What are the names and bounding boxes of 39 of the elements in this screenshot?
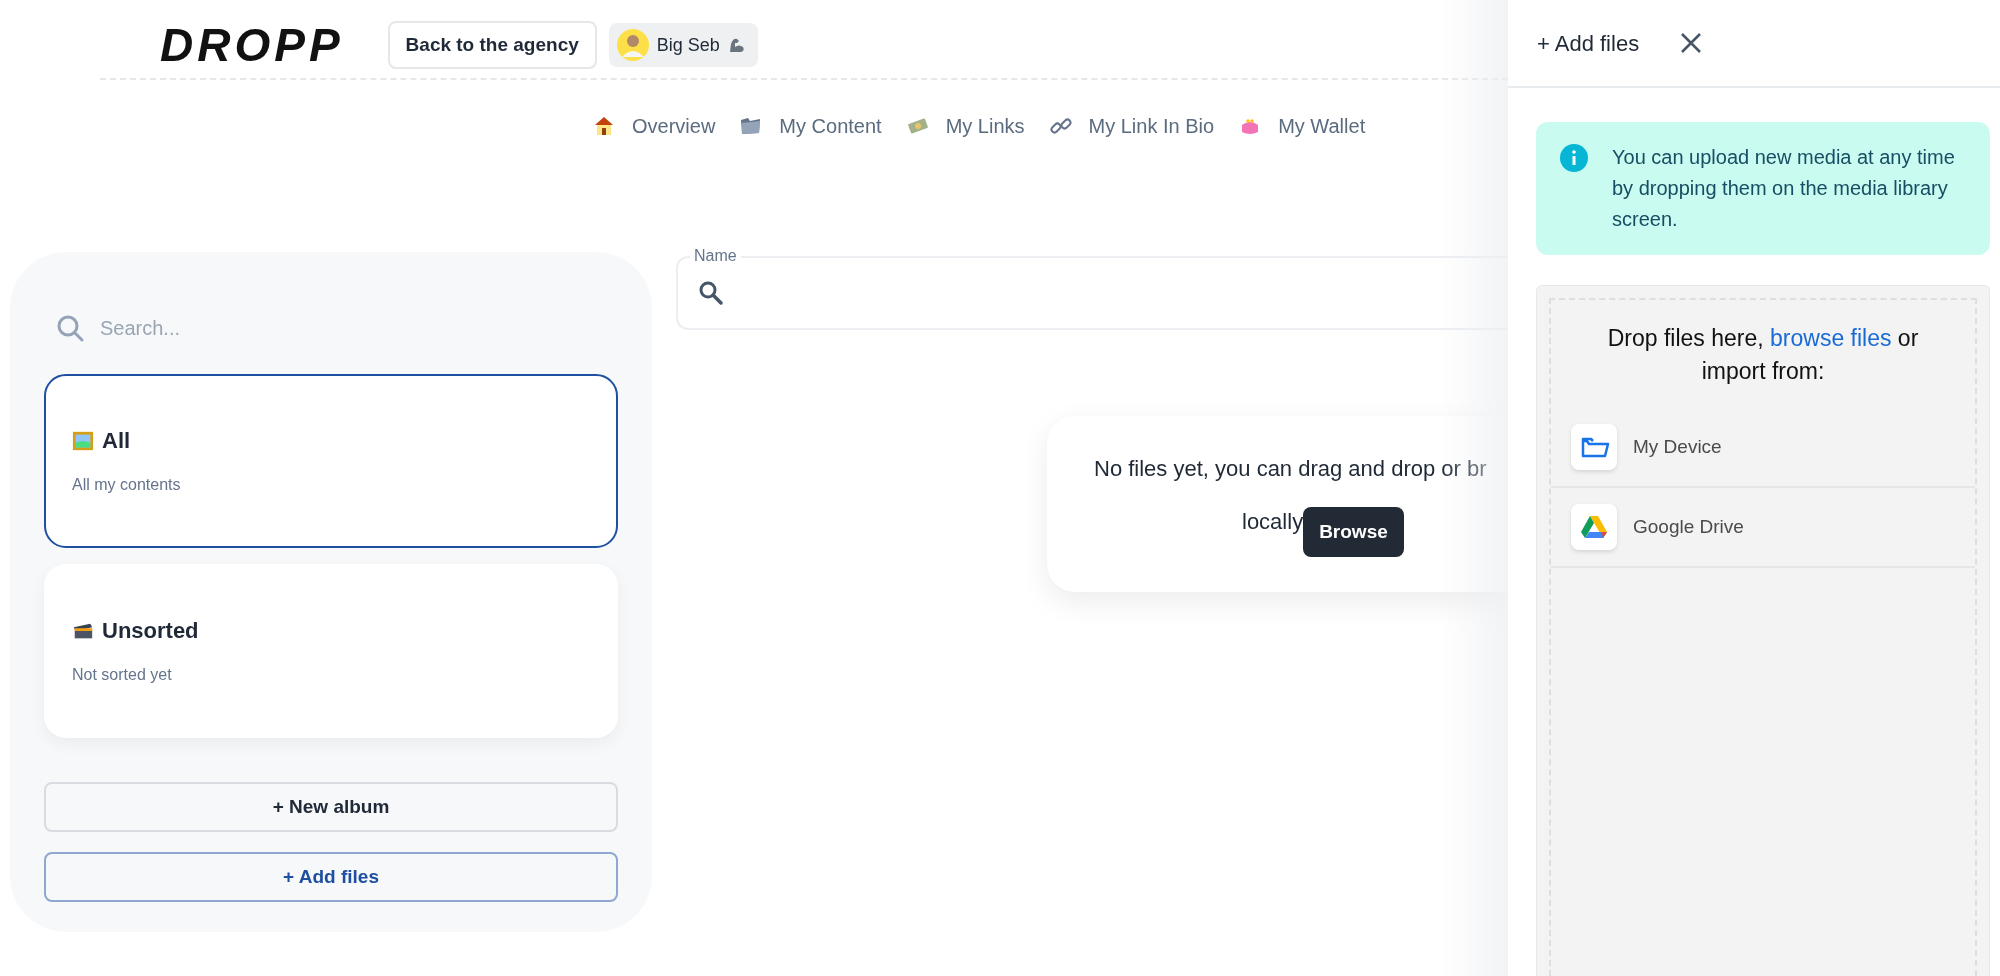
browse-files-link[interactable]: browse files <box>1770 325 1892 351</box>
info-message: You can upload new media at any time by dropping them on the media library screen. <box>1612 145 1956 232</box>
empty-message: No files yet, you can drag and drop or br <box>1094 455 1488 483</box>
browse-button[interactable]: Browse <box>1303 507 1404 557</box>
nav-link[interactable]: My Link In Bio <box>1048 111 1215 141</box>
source-label: My Device <box>1633 434 1722 459</box>
drop-instructions: Drop files here, browse files or import from: <box>1606 324 1920 386</box>
drive-icon <box>1571 504 1617 550</box>
back-button[interactable]: Back to the agency <box>387 21 597 69</box>
avatar-icon <box>616 29 649 61</box>
add-files-button[interactable]: + Add files <box>44 852 618 902</box>
drop-zone[interactable]: Drop files here, browse files or import from: My Device Google Drive <box>1536 285 1990 976</box>
album-title: All <box>102 427 131 455</box>
empty-message: locally <box>1242 508 1304 536</box>
info-icon <box>1560 144 1588 172</box>
search-field[interactable]: Search... <box>100 313 500 343</box>
import-source[interactable]: Google Drive <box>1551 488 1975 568</box>
nav-link[interactable]: My Links <box>905 111 1025 141</box>
logo[interactable]: DROPP <box>160 22 344 68</box>
source-label: Google Drive <box>1633 514 1744 539</box>
search-icon <box>698 280 724 306</box>
import-source[interactable]: My Device <box>1551 408 1975 488</box>
framed-picture-icon <box>72 429 94 452</box>
album-title: Unsorted <box>102 617 199 645</box>
album-card[interactable]: All All my contents <box>44 374 618 548</box>
album-subtitle: Not sorted yet <box>72 665 173 685</box>
folder-icon <box>1571 424 1617 470</box>
nav-link[interactable]: My Wallet <box>1238 111 1366 141</box>
search-icon <box>56 314 84 342</box>
user-name: Big Seb <box>656 33 720 57</box>
album-card[interactable]: Unsorted Not sorted yet <box>44 564 618 738</box>
flexed-arm-icon <box>727 36 746 54</box>
user-chip[interactable]: Big Seb <box>608 23 758 67</box>
new-album-button[interactable]: + New album <box>44 782 618 832</box>
drawer-title: + Add files <box>1537 29 1640 58</box>
close-button[interactable] <box>1679 31 1704 55</box>
album-subtitle: All my contents <box>72 475 182 495</box>
nav-link[interactable]: Overview <box>592 111 716 141</box>
nav-link[interactable]: My Content <box>739 111 882 141</box>
